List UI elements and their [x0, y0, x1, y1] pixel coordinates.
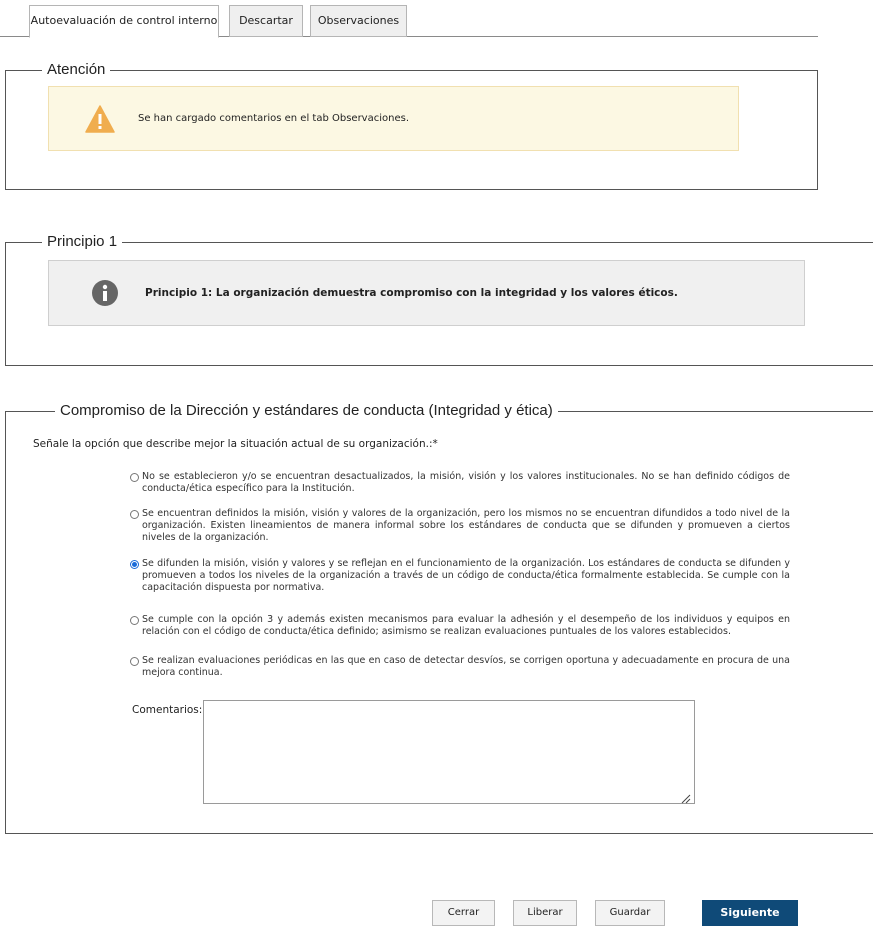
- option-1[interactable]: No se establecieron y/o se encuentran de…: [130, 471, 790, 495]
- option-4[interactable]: Se cumple con la opción 3 y además exist…: [130, 614, 790, 638]
- option-5[interactable]: Se realizan evaluaciones periódicas en l…: [130, 655, 790, 679]
- option-5-label: Se realizan evaluaciones periódicas en l…: [142, 655, 790, 678]
- comments-label: Comentarios:: [132, 704, 203, 716]
- option-3-label: Se difunden la misión, visión y valores …: [142, 558, 790, 593]
- next-button[interactable]: Siguiente: [702, 900, 798, 926]
- tab-autoevaluacion[interactable]: Autoevaluación de control interno: [29, 5, 219, 38]
- warning-icon: [85, 104, 115, 133]
- attention-message: Se han cargado comentarios en el tab Obs…: [138, 113, 410, 124]
- close-button[interactable]: Cerrar: [432, 900, 495, 926]
- principle-legend: Principio 1: [42, 233, 123, 251]
- option-4-radio[interactable]: [130, 616, 139, 625]
- principle-alert: Principio 1: La organización demuestra c…: [48, 260, 805, 326]
- tab-descartar[interactable]: Descartar: [229, 5, 303, 37]
- attention-legend: Atención: [42, 61, 111, 79]
- option-1-label: No se establecieron y/o se encuentran de…: [142, 471, 790, 494]
- question-label: Señale la opción que describe mejor la s…: [33, 438, 438, 450]
- option-3[interactable]: Se difunden la misión, visión y valores …: [130, 558, 790, 594]
- commitment-legend: Compromiso de la Dirección y estándares …: [55, 402, 558, 420]
- principle-message: Principio 1: La organización demuestra c…: [145, 287, 678, 299]
- save-button[interactable]: Guardar: [595, 900, 665, 926]
- info-icon: [91, 279, 119, 307]
- option-3-radio[interactable]: [130, 560, 139, 569]
- attention-alert: Se han cargado comentarios en el tab Obs…: [48, 86, 739, 151]
- attention-group: Atención Se han cargado comentarios en e…: [5, 61, 818, 190]
- tab-bar: Autoevaluación de control interno Descar…: [0, 0, 818, 38]
- option-2[interactable]: Se encuentran definidos la misión, visió…: [130, 508, 790, 544]
- option-1-radio[interactable]: [130, 473, 139, 482]
- option-5-radio[interactable]: [130, 657, 139, 666]
- release-button[interactable]: Liberar: [513, 900, 577, 926]
- option-4-label: Se cumple con la opción 3 y además exist…: [142, 614, 790, 637]
- option-2-label: Se encuentran definidos la misión, visió…: [142, 508, 790, 543]
- comments-textarea[interactable]: [203, 700, 695, 804]
- resize-grip-icon[interactable]: [680, 789, 691, 804]
- tab-observaciones[interactable]: Observaciones: [310, 5, 407, 37]
- principle-group: Principio 1 Principio 1: La organización…: [5, 233, 873, 366]
- option-2-radio[interactable]: [130, 510, 139, 519]
